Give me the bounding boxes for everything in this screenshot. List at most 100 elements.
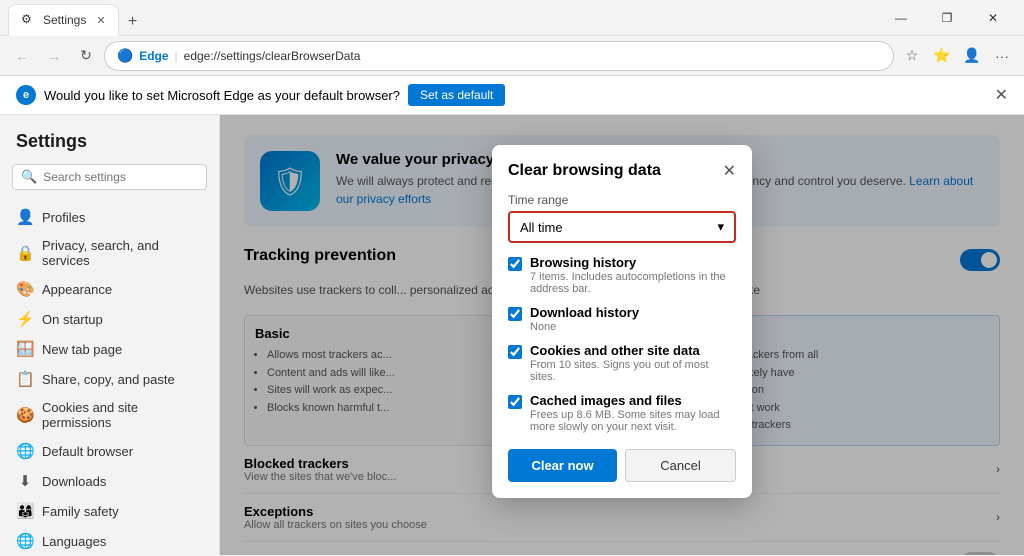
cookies-label: Cookies and other site data [530, 343, 736, 358]
nav-right-icons: ☆ ⭐ 👤 ··· [898, 42, 1016, 70]
maximize-button[interactable]: ❐ [924, 2, 970, 34]
favorites-button[interactable]: ☆ [898, 42, 926, 70]
set-default-button[interactable]: Set as default [408, 84, 505, 106]
browsing-history-checkbox[interactable] [508, 257, 522, 271]
checkbox-browsing-history: Browsing history 7 items. Includes autoc… [508, 255, 736, 295]
cancel-button[interactable]: Cancel [625, 449, 736, 482]
cached-label: Cached images and files [530, 393, 736, 408]
download-history-detail: None [530, 321, 639, 333]
family-icon: 👨‍👩‍👧 [16, 502, 34, 520]
tab-label: Settings [43, 13, 86, 27]
sidebar-item-appearance[interactable]: 🎨 Appearance [0, 274, 219, 304]
modal-close-button[interactable]: ✕ [723, 161, 736, 181]
languages-icon: 🌐 [16, 532, 34, 550]
tab-bar: ⚙ Settings ✕ + [8, 0, 147, 36]
edge-label: Edge [139, 49, 168, 63]
download-history-label: Download history [530, 305, 639, 320]
cookies-checkbox[interactable] [508, 345, 522, 359]
cached-detail: Frees up 8.6 MB. Some sites may load mor… [530, 409, 736, 433]
settings-more-button[interactable]: ··· [988, 42, 1016, 70]
sidebar-item-label: Languages [42, 534, 106, 549]
browsing-history-label: Browsing history [530, 255, 736, 270]
download-history-checkbox[interactable] [508, 307, 522, 321]
minimize-button[interactable]: — [878, 2, 924, 34]
checkbox-cookies: Cookies and other site data From 10 site… [508, 343, 736, 383]
sidebar-item-label: Cookies and site permissions [42, 400, 203, 430]
sidebar-item-startup[interactable]: ⚡ On startup [0, 304, 219, 334]
sidebar-item-newtab[interactable]: 🪟 New tab page [0, 334, 219, 364]
checkbox-cached: Cached images and files Frees up 8.6 MB.… [508, 393, 736, 433]
close-button[interactable]: ✕ [970, 2, 1016, 34]
notification-text: Would you like to set Microsoft Edge as … [44, 88, 400, 103]
sidebar-item-downloads[interactable]: ⬇ Downloads [0, 466, 219, 496]
privacy-icon: 🔒 [16, 244, 34, 262]
collections-button[interactable]: ⭐ [928, 42, 956, 70]
modal-actions: Clear now Cancel [508, 449, 736, 482]
sidebar-item-share[interactable]: 📋 Share, copy, and paste [0, 364, 219, 394]
modal-overlay: Clear browsing data ✕ Time range All tim… [220, 115, 1024, 555]
cookies-detail: From 10 sites. Signs you out of most sit… [530, 359, 736, 383]
search-icon: 🔍 [21, 169, 37, 185]
time-range-value: All time [520, 220, 563, 235]
tab-favicon: ⚙ [21, 12, 37, 28]
clear-now-button[interactable]: Clear now [508, 449, 617, 482]
modal-header: Clear browsing data ✕ [492, 145, 752, 193]
modal-body: Time range All time ▾ Browsing history 7… [492, 193, 752, 498]
refresh-button[interactable]: ↻ [72, 42, 100, 70]
cookies-icon: 🍪 [16, 406, 34, 424]
back-button[interactable]: ← [8, 42, 36, 70]
sidebar-item-label: Family safety [42, 504, 119, 519]
tab-close-button[interactable]: ✕ [96, 14, 105, 27]
search-input[interactable] [43, 170, 198, 184]
sidebar-item-label: Share, copy, and paste [42, 372, 175, 387]
edge-logo: e [16, 85, 36, 105]
sidebar-item-label: Appearance [42, 282, 112, 297]
sidebar-item-languages[interactable]: 🌐 Languages [0, 526, 219, 555]
sidebar-item-family[interactable]: 👨‍👩‍👧 Family safety [0, 496, 219, 526]
dropdown-chevron-icon: ▾ [717, 219, 724, 235]
main-layout: Settings 🔍 👤 Profiles 🔒 Privacy, search,… [0, 115, 1024, 555]
sidebar-item-label: New tab page [42, 342, 122, 357]
profiles-icon: 👤 [16, 208, 34, 226]
notification-bar: e Would you like to set Microsoft Edge a… [0, 76, 1024, 115]
title-bar: ⚙ Settings ✕ + — ❐ ✕ [0, 0, 1024, 36]
modal-title: Clear browsing data [508, 162, 661, 180]
edge-icon: 🔵 [117, 48, 133, 64]
downloads-icon: ⬇ [16, 472, 34, 490]
sidebar-item-label: On startup [42, 312, 103, 327]
sidebar-item-label: Downloads [42, 474, 106, 489]
appearance-icon: 🎨 [16, 280, 34, 298]
content-area: 🛡 We value your privacy. We will always … [220, 115, 1024, 555]
defaultbrowser-icon: 🌐 [16, 442, 34, 460]
settings-tab[interactable]: ⚙ Settings ✕ [8, 4, 119, 36]
sidebar: Settings 🔍 👤 Profiles 🔒 Privacy, search,… [0, 115, 220, 555]
time-range-select[interactable]: All time ▾ [508, 211, 736, 243]
search-box[interactable]: 🔍 [12, 164, 207, 190]
new-tab-button[interactable]: + [119, 8, 147, 36]
notification-close-button[interactable]: ✕ [995, 85, 1008, 105]
cached-checkbox[interactable] [508, 395, 522, 409]
sidebar-item-privacy[interactable]: 🔒 Privacy, search, and services [0, 232, 219, 274]
sidebar-item-defaultbrowser[interactable]: 🌐 Default browser [0, 436, 219, 466]
nav-bar: ← → ↻ 🔵 Edge | edge://settings/clearBrow… [0, 36, 1024, 76]
browsing-history-detail: 7 items. Includes autocompletions in the… [530, 271, 736, 295]
url-separator: | [175, 49, 178, 63]
newtab-icon: 🪟 [16, 340, 34, 358]
sidebar-item-label: Default browser [42, 444, 133, 459]
share-icon: 📋 [16, 370, 34, 388]
address-bar[interactable]: 🔵 Edge | edge://settings/clearBrowserDat… [104, 41, 894, 71]
sidebar-title: Settings [0, 131, 219, 164]
address-url: edge://settings/clearBrowserData [184, 49, 361, 63]
sidebar-item-profiles[interactable]: 👤 Profiles [0, 202, 219, 232]
checkbox-download-history: Download history None [508, 305, 736, 333]
profile-button[interactable]: 👤 [958, 42, 986, 70]
sidebar-item-label: Profiles [42, 210, 85, 225]
sidebar-item-cookies[interactable]: 🍪 Cookies and site permissions [0, 394, 219, 436]
forward-button[interactable]: → [40, 42, 68, 70]
sidebar-item-label: Privacy, search, and services [42, 238, 203, 268]
startup-icon: ⚡ [16, 310, 34, 328]
time-range-label: Time range [508, 193, 736, 207]
clear-browsing-data-modal: Clear browsing data ✕ Time range All tim… [492, 145, 752, 498]
checkbox-list: Browsing history 7 items. Includes autoc… [508, 255, 736, 433]
window-controls: — ❐ ✕ [878, 2, 1016, 34]
